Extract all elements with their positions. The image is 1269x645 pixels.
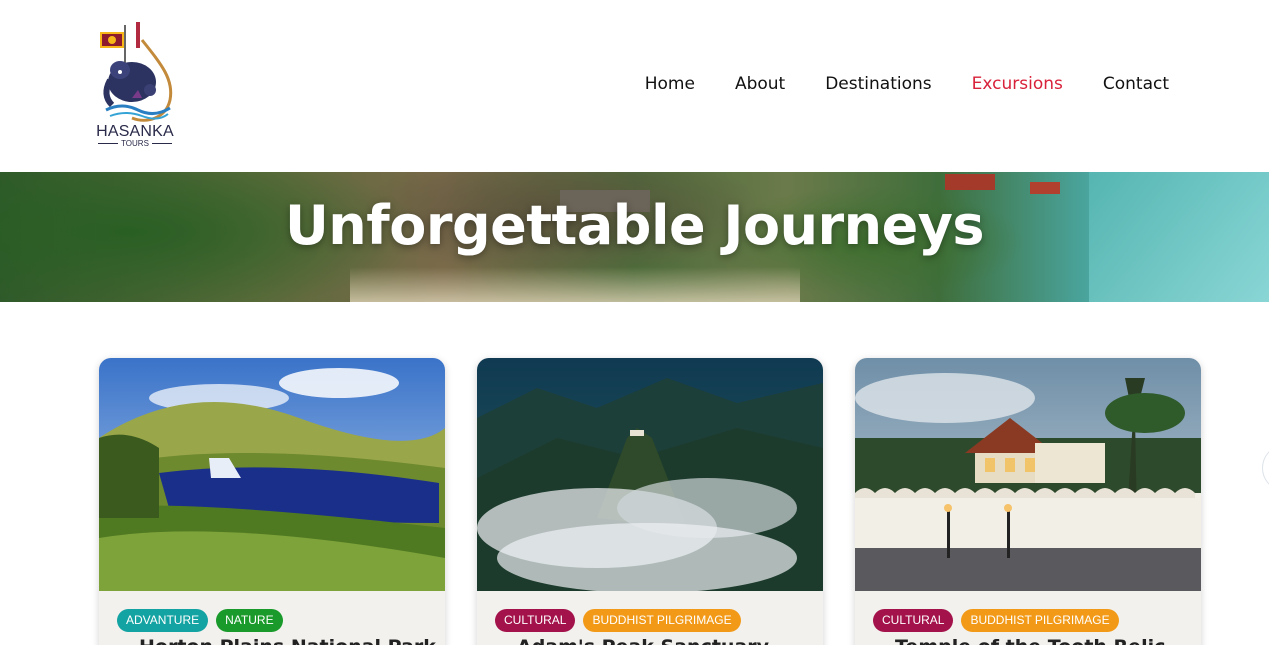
tag-adventure[interactable]: ADVANTURE [117,609,209,632]
hero-title: Unforgettable Journeys [284,194,985,257]
nav-link-contact[interactable]: Contact [1103,74,1169,94]
tag-buddhist-pilgrimage[interactable]: BUDDHIST PILGRIMAGE [583,609,741,632]
tag-nature[interactable]: NATURE [216,609,283,632]
hero-building [1030,182,1060,194]
card-title[interactable]: Temple of the Tooth Relic [895,636,1165,645]
carousel-next-button[interactable] [1262,446,1269,490]
card-image [477,358,823,591]
tag-cultural[interactable]: CULTURAL [873,609,954,632]
nav-link-about[interactable]: About [735,74,785,94]
excursion-card[interactable]: ADVANTURE NATURE Horton Plains National … [99,358,445,645]
card-title[interactable]: Horton Plains National Park [139,636,436,645]
hero-building [945,174,995,190]
site-header: HASANKA TOURS Home About Destinations Ex… [0,0,1269,172]
nav-link-home[interactable]: Home [645,74,695,94]
card-image [855,358,1201,591]
tag-cultural[interactable]: CULTURAL [495,609,576,632]
excursion-card[interactable]: CULTURAL BUDDHIST PILGRIMAGE Adam's Peak… [477,358,823,645]
card-image [99,358,445,591]
hero-banner: Unforgettable Journeys [0,172,1269,302]
brand-tagline: TOURS [92,139,178,148]
logo-elephant-icon [100,22,173,122]
card-tags: CULTURAL BUDDHIST PILGRIMAGE [873,609,1119,632]
nav-link-destinations[interactable]: Destinations [825,74,931,94]
tag-buddhist-pilgrimage[interactable]: BUDDHIST PILGRIMAGE [961,609,1119,632]
card-tags: ADVANTURE NATURE [117,609,283,632]
excursion-card[interactable]: CULTURAL BUDDHIST PILGRIMAGE Temple of t… [855,358,1201,645]
card-tags: CULTURAL BUDDHIST PILGRIMAGE [495,609,741,632]
card-title[interactable]: Adam's Peak Sanctuary [517,636,769,645]
main-nav: Home About Destinations Excursions Conta… [645,74,1169,94]
hero-beach [350,267,800,302]
nav-link-excursions[interactable]: Excursions [972,74,1063,94]
